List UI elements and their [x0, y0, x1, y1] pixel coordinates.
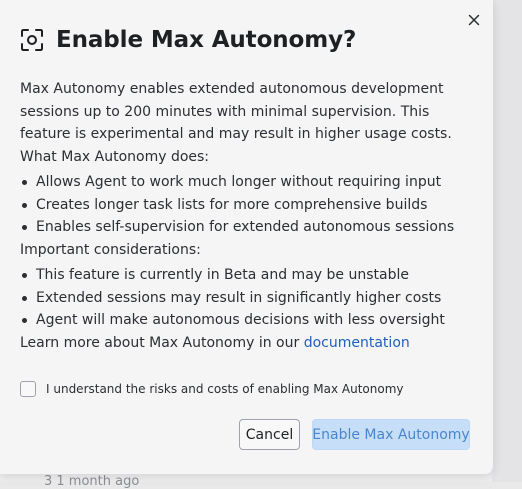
dialog-body: Max Autonomy enables extended autonomous…	[20, 78, 476, 354]
what-list: Allows Agent to work much longer without…	[20, 171, 476, 239]
dialog-header: Enable Max Autonomy?	[20, 27, 356, 53]
list-item: This feature is currently in Beta and ma…	[20, 264, 476, 287]
what-heading: What Max Autonomy does:	[20, 148, 210, 165]
focus-frame-icon	[21, 29, 43, 51]
acknowledge-checkbox[interactable]	[20, 381, 36, 397]
considerations-heading: Important considerations:	[20, 241, 201, 258]
learn-more-prefix: Learn more about Max Autonomy in our	[20, 334, 304, 351]
acknowledge-label[interactable]: I understand the risks and costs of enab…	[46, 382, 404, 396]
list-item: Allows Agent to work much longer without…	[20, 171, 476, 194]
cancel-button[interactable]: Cancel	[239, 419, 300, 450]
list-item: Extended sessions may result in signific…	[20, 287, 476, 310]
enable-max-autonomy-button[interactable]: Enable Max Autonomy	[312, 419, 470, 450]
learn-more-text: Learn more about Max Autonomy in our doc…	[20, 332, 476, 355]
close-icon	[468, 14, 480, 26]
documentation-link[interactable]: documentation	[304, 335, 410, 351]
acknowledge-row: I understand the risks and costs of enab…	[20, 381, 404, 397]
dialog-title: Enable Max Autonomy?	[56, 27, 357, 53]
backdrop-panel	[492, 0, 522, 482]
intro-text: Max Autonomy enables extended autonomous…	[20, 81, 452, 142]
list-item: Creates longer task lists for more compr…	[20, 194, 476, 217]
considerations-list: This feature is currently in Beta and ma…	[20, 264, 476, 332]
list-item: Agent will make autonomous decisions wit…	[20, 309, 476, 332]
close-button[interactable]	[464, 10, 484, 30]
list-item: Enables self-supervision for extended au…	[20, 216, 476, 239]
max-autonomy-dialog: Enable Max Autonomy? Max Autonomy enable…	[0, 0, 493, 474]
